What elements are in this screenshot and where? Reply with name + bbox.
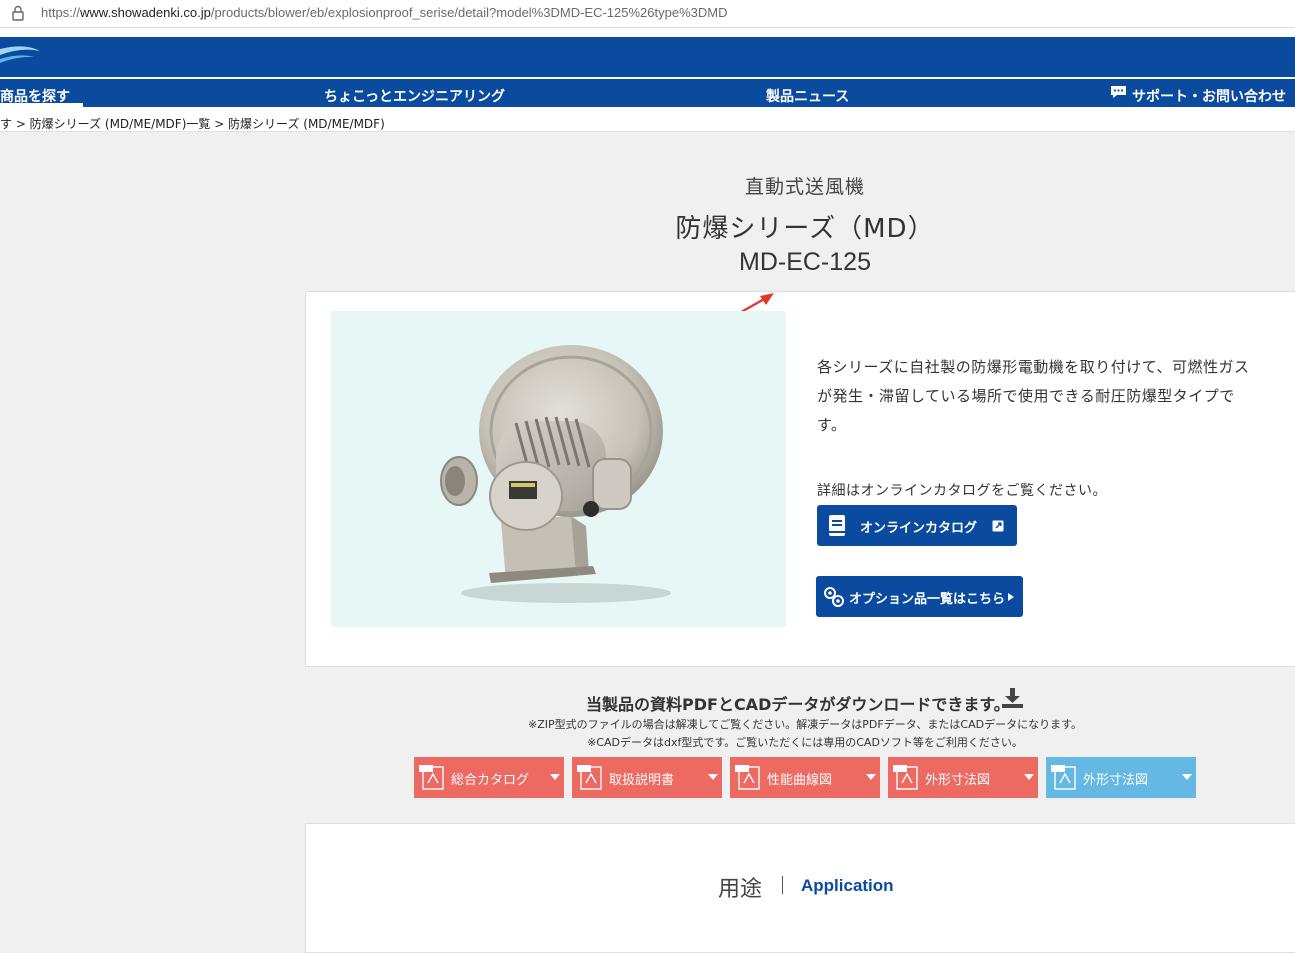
download-icon (1002, 688, 1023, 708)
url-domain: www.showadenki.co.jp (80, 5, 211, 20)
lock-icon (12, 5, 24, 21)
download-button-label: 外形寸法図 (925, 773, 991, 788)
chevron-down-icon (1024, 774, 1034, 780)
option-list-label: オプション品一覧はこちら (849, 592, 1006, 607)
url-text[interactable]: https://www.showadenki.co.jp/products/bl… (41, 5, 727, 20)
chevron-right-icon (1008, 593, 1014, 601)
product-image (331, 311, 786, 627)
application-title-separator (782, 876, 783, 894)
download-button-label: 性能曲線図 (767, 773, 833, 788)
download-button-label: 取扱説明書 (609, 773, 675, 788)
download-note-zip: ※ZIP型式のファイルの場合は解凍してご覧ください。解凍データはPDFデータ、ま… (528, 718, 1082, 731)
detail-note: 詳細はオンラインカタログをご覧ください。 (817, 483, 1107, 499)
category-title: 直動式送風機 (744, 176, 865, 198)
chevron-down-icon (550, 774, 560, 780)
download-dimension-cad-button[interactable]: 外形寸法図 (1046, 757, 1196, 798)
url-prefix: https:// (41, 5, 81, 20)
nav-item-product-news[interactable]: 製品ニュース (766, 86, 849, 106)
cad-document-icon (1051, 765, 1076, 790)
blower-image (440, 345, 671, 603)
page-top-gap (0, 28, 1295, 37)
pdf-document-icon (735, 765, 760, 790)
product-description: 各シリーズに自社製の防爆形電動機を取り付けて、可燃性ガスが発生・滞留している場所… (817, 358, 1250, 434)
external-link-icon (992, 520, 1004, 532)
option-list-button[interactable]: オプション品一覧はこちら (816, 576, 1023, 617)
download-general-catalog-button[interactable]: 総合カタログ (414, 757, 564, 798)
online-catalog-button[interactable]: オンラインカタログ (817, 505, 1017, 546)
global-nav: 商品を探す ちょこっとエンジニアリング 製品ニュース サポート・お問い合わせ (0, 79, 1295, 107)
url-path: /products/blower/eb/explosionproof_seris… (210, 5, 728, 20)
logo-swoosh-icon[interactable] (0, 37, 60, 77)
application-title-ja: 用途 (718, 877, 763, 902)
download-note-cad: ※CADデータはdxf型式です。ご覧いただくには専用のCADソフト等をご利用くだ… (587, 736, 1023, 749)
model-title: MD-EC-125 (739, 248, 871, 276)
nav-item-engineering[interactable]: ちょこっとエンジニアリング (324, 86, 505, 106)
chat-bubble-icon (1111, 86, 1126, 98)
download-manual-button[interactable]: 取扱説明書 (572, 757, 722, 798)
breadcrumb-text[interactable]: す > 防爆シリーズ (MD/ME/MDF)一覧 > 防爆シリーズ (MD/ME… (0, 115, 385, 132)
application-title-en: Application (801, 876, 894, 895)
address-bar[interactable]: https://www.showadenki.co.jp/products/bl… (0, 0, 1295, 28)
chevron-down-icon (866, 774, 876, 780)
pdf-document-icon (419, 765, 444, 790)
chevron-down-icon (1182, 774, 1192, 780)
pdf-document-icon (893, 765, 918, 790)
online-catalog-label: オンラインカタログ (860, 521, 978, 536)
gears-icon (824, 587, 844, 607)
download-button-label: 外形寸法図 (1083, 773, 1149, 788)
download-button-label: 総合カタログ (451, 773, 530, 788)
download-title: 当製品の資料PDFとCADデータがダウンロードできます。 (586, 695, 1010, 714)
series-title: 防爆シリーズ（MD） (675, 214, 935, 244)
download-dimension-pdf-button[interactable]: 外形寸法図 (888, 757, 1038, 798)
nav-item-support[interactable]: サポート・お問い合わせ (1132, 86, 1286, 106)
download-performance-curve-button[interactable]: 性能曲線図 (730, 757, 880, 798)
breadcrumb: す > 防爆シリーズ (MD/ME/MDF)一覧 > 防爆シリーズ (MD/ME… (0, 107, 1295, 132)
pdf-document-icon (577, 765, 602, 790)
chevron-down-icon (708, 774, 718, 780)
application-card (305, 823, 1295, 953)
site-header (0, 37, 1295, 77)
book-icon (829, 515, 845, 536)
